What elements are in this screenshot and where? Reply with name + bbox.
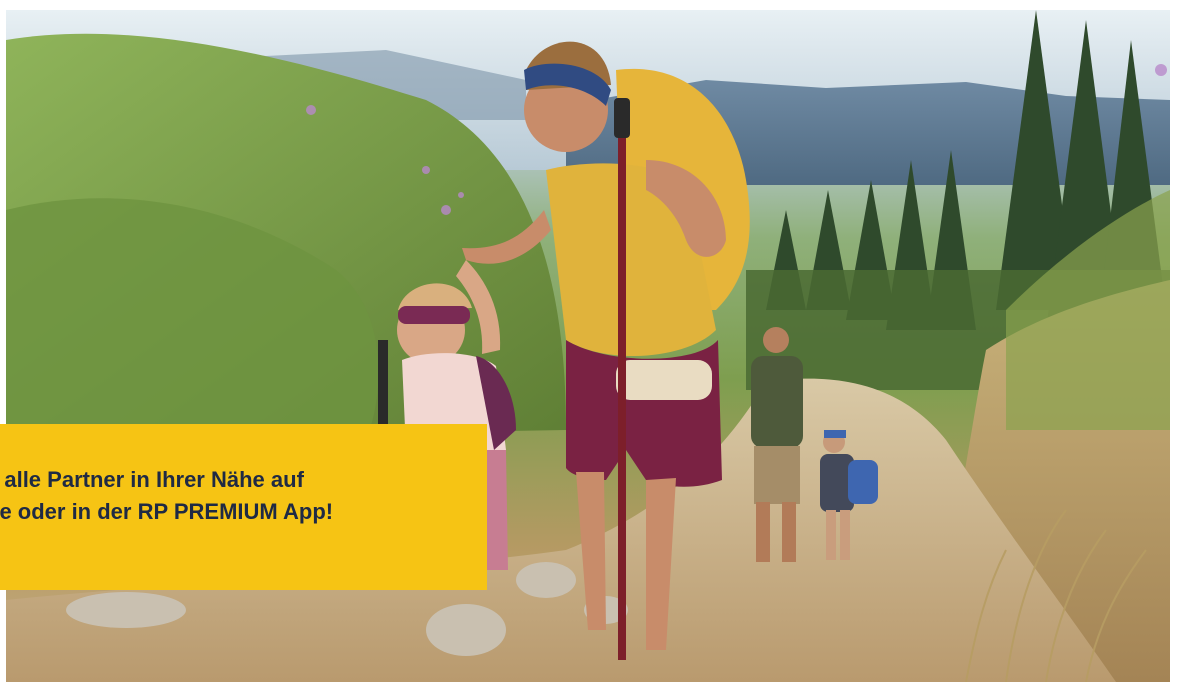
promo-banner-text: e alle Partner in Ihrer Nähe auf de oder…: [0, 464, 486, 528]
promo-banner-line-1: e alle Partner in Ihrer Nähe auf: [0, 467, 304, 492]
page-frame: e alle Partner in Ihrer Nähe auf de oder…: [0, 0, 1180, 684]
promo-banner: e alle Partner in Ihrer Nähe auf de oder…: [0, 424, 487, 590]
promo-banner-line-2: de oder in der RP PREMIUM App!: [0, 499, 334, 524]
